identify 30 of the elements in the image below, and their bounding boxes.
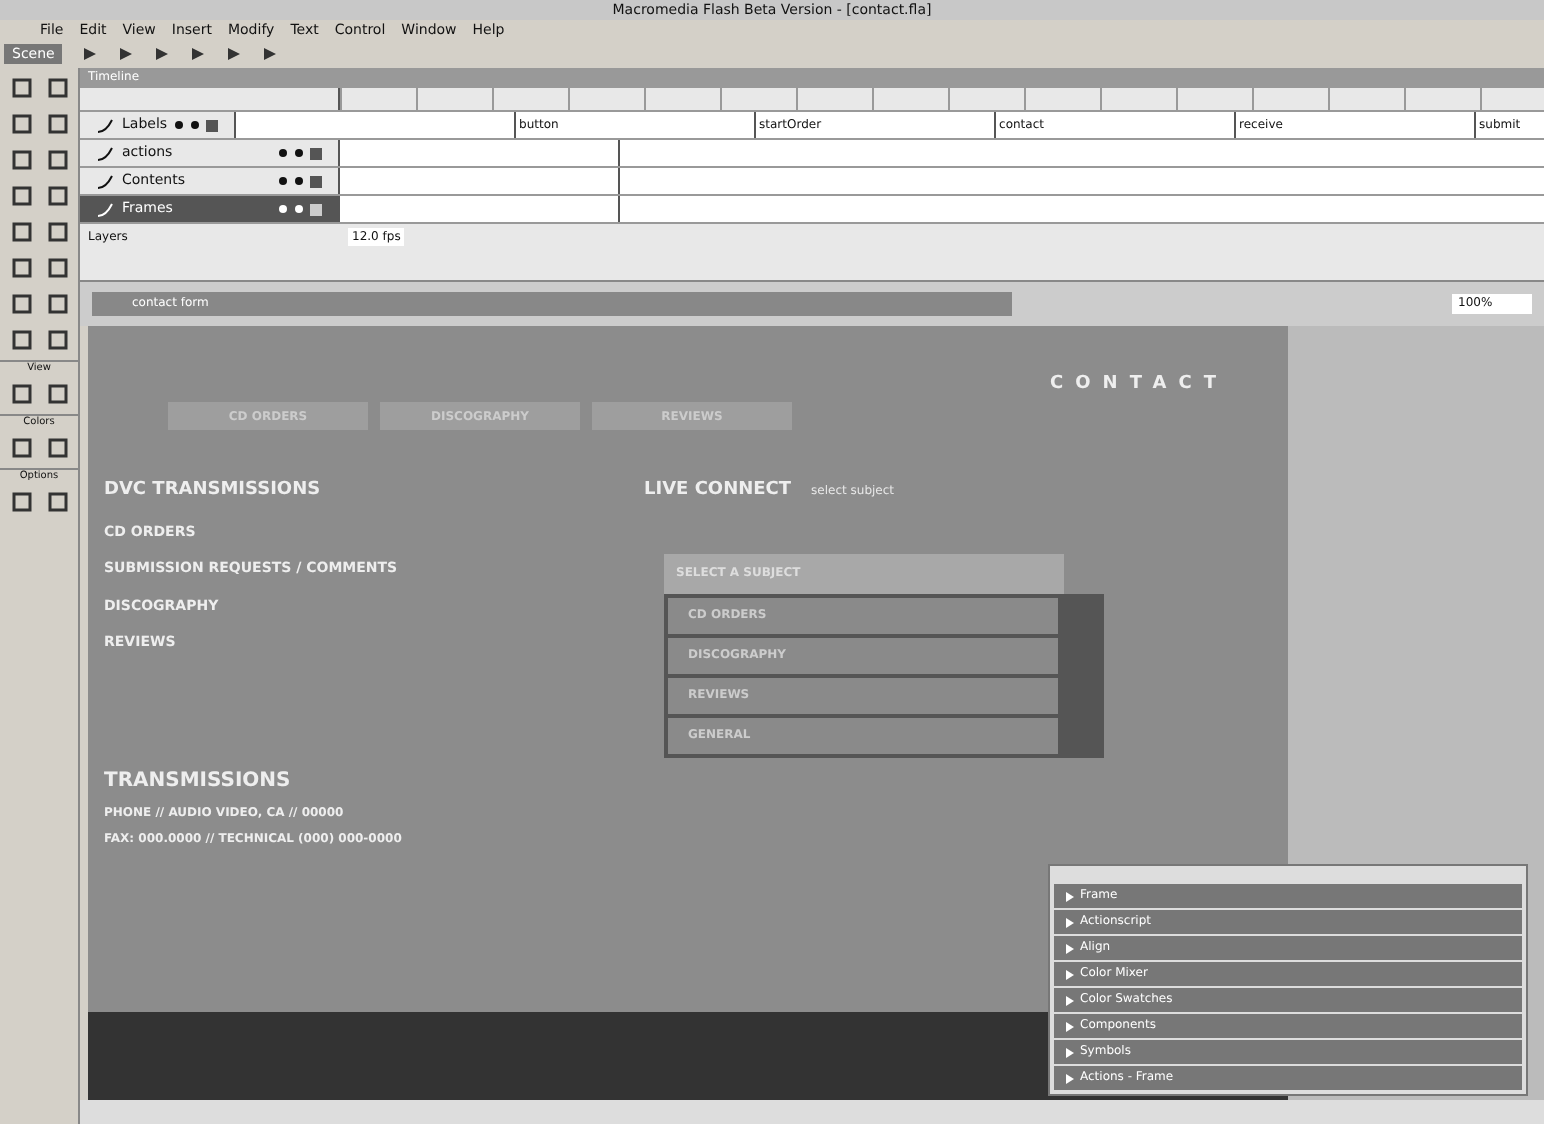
section-heading: TRANSMISSIONS [104, 767, 293, 795]
outline-square-icon[interactable] [310, 203, 322, 215]
visible-dot-icon[interactable] [278, 176, 288, 186]
expand-arrow-icon [1066, 995, 1074, 1005]
playback-control-icon[interactable] [226, 46, 243, 62]
section-heading: DVC TRANSMISSIONS [104, 478, 323, 504]
expand-arrow-icon [1066, 891, 1074, 901]
outline-square-icon[interactable] [310, 147, 322, 159]
outline-square-icon[interactable] [205, 119, 218, 131]
expand-arrow-icon [1066, 1047, 1074, 1057]
playback-control-icon[interactable] [262, 46, 279, 62]
playback-control-icon[interactable] [190, 46, 207, 62]
expand-arrow-icon [1066, 917, 1074, 927]
expand-arrow-icon [1066, 943, 1074, 953]
lock-dot-icon[interactable] [189, 120, 200, 130]
expand-arrow-icon [1066, 969, 1074, 979]
playback-control-icon[interactable] [154, 46, 171, 62]
playback-control-icon[interactable] [82, 46, 99, 62]
expand-arrow-icon [1066, 1073, 1074, 1083]
visible-dot-icon[interactable] [278, 204, 288, 214]
lock-dot-icon[interactable] [294, 176, 304, 186]
visible-dot-icon[interactable] [278, 148, 288, 158]
section-heading: LIVE CONNECT [644, 478, 792, 504]
lock-dot-icon[interactable] [294, 148, 304, 158]
playback-control-icon[interactable] [118, 46, 135, 62]
visible-dot-icon[interactable] [173, 120, 184, 130]
expand-arrow-icon [1066, 1021, 1074, 1031]
outline-square-icon[interactable] [310, 175, 322, 187]
lock-dot-icon[interactable] [294, 204, 304, 214]
contact-heading: CONTACT [1050, 371, 1228, 397]
